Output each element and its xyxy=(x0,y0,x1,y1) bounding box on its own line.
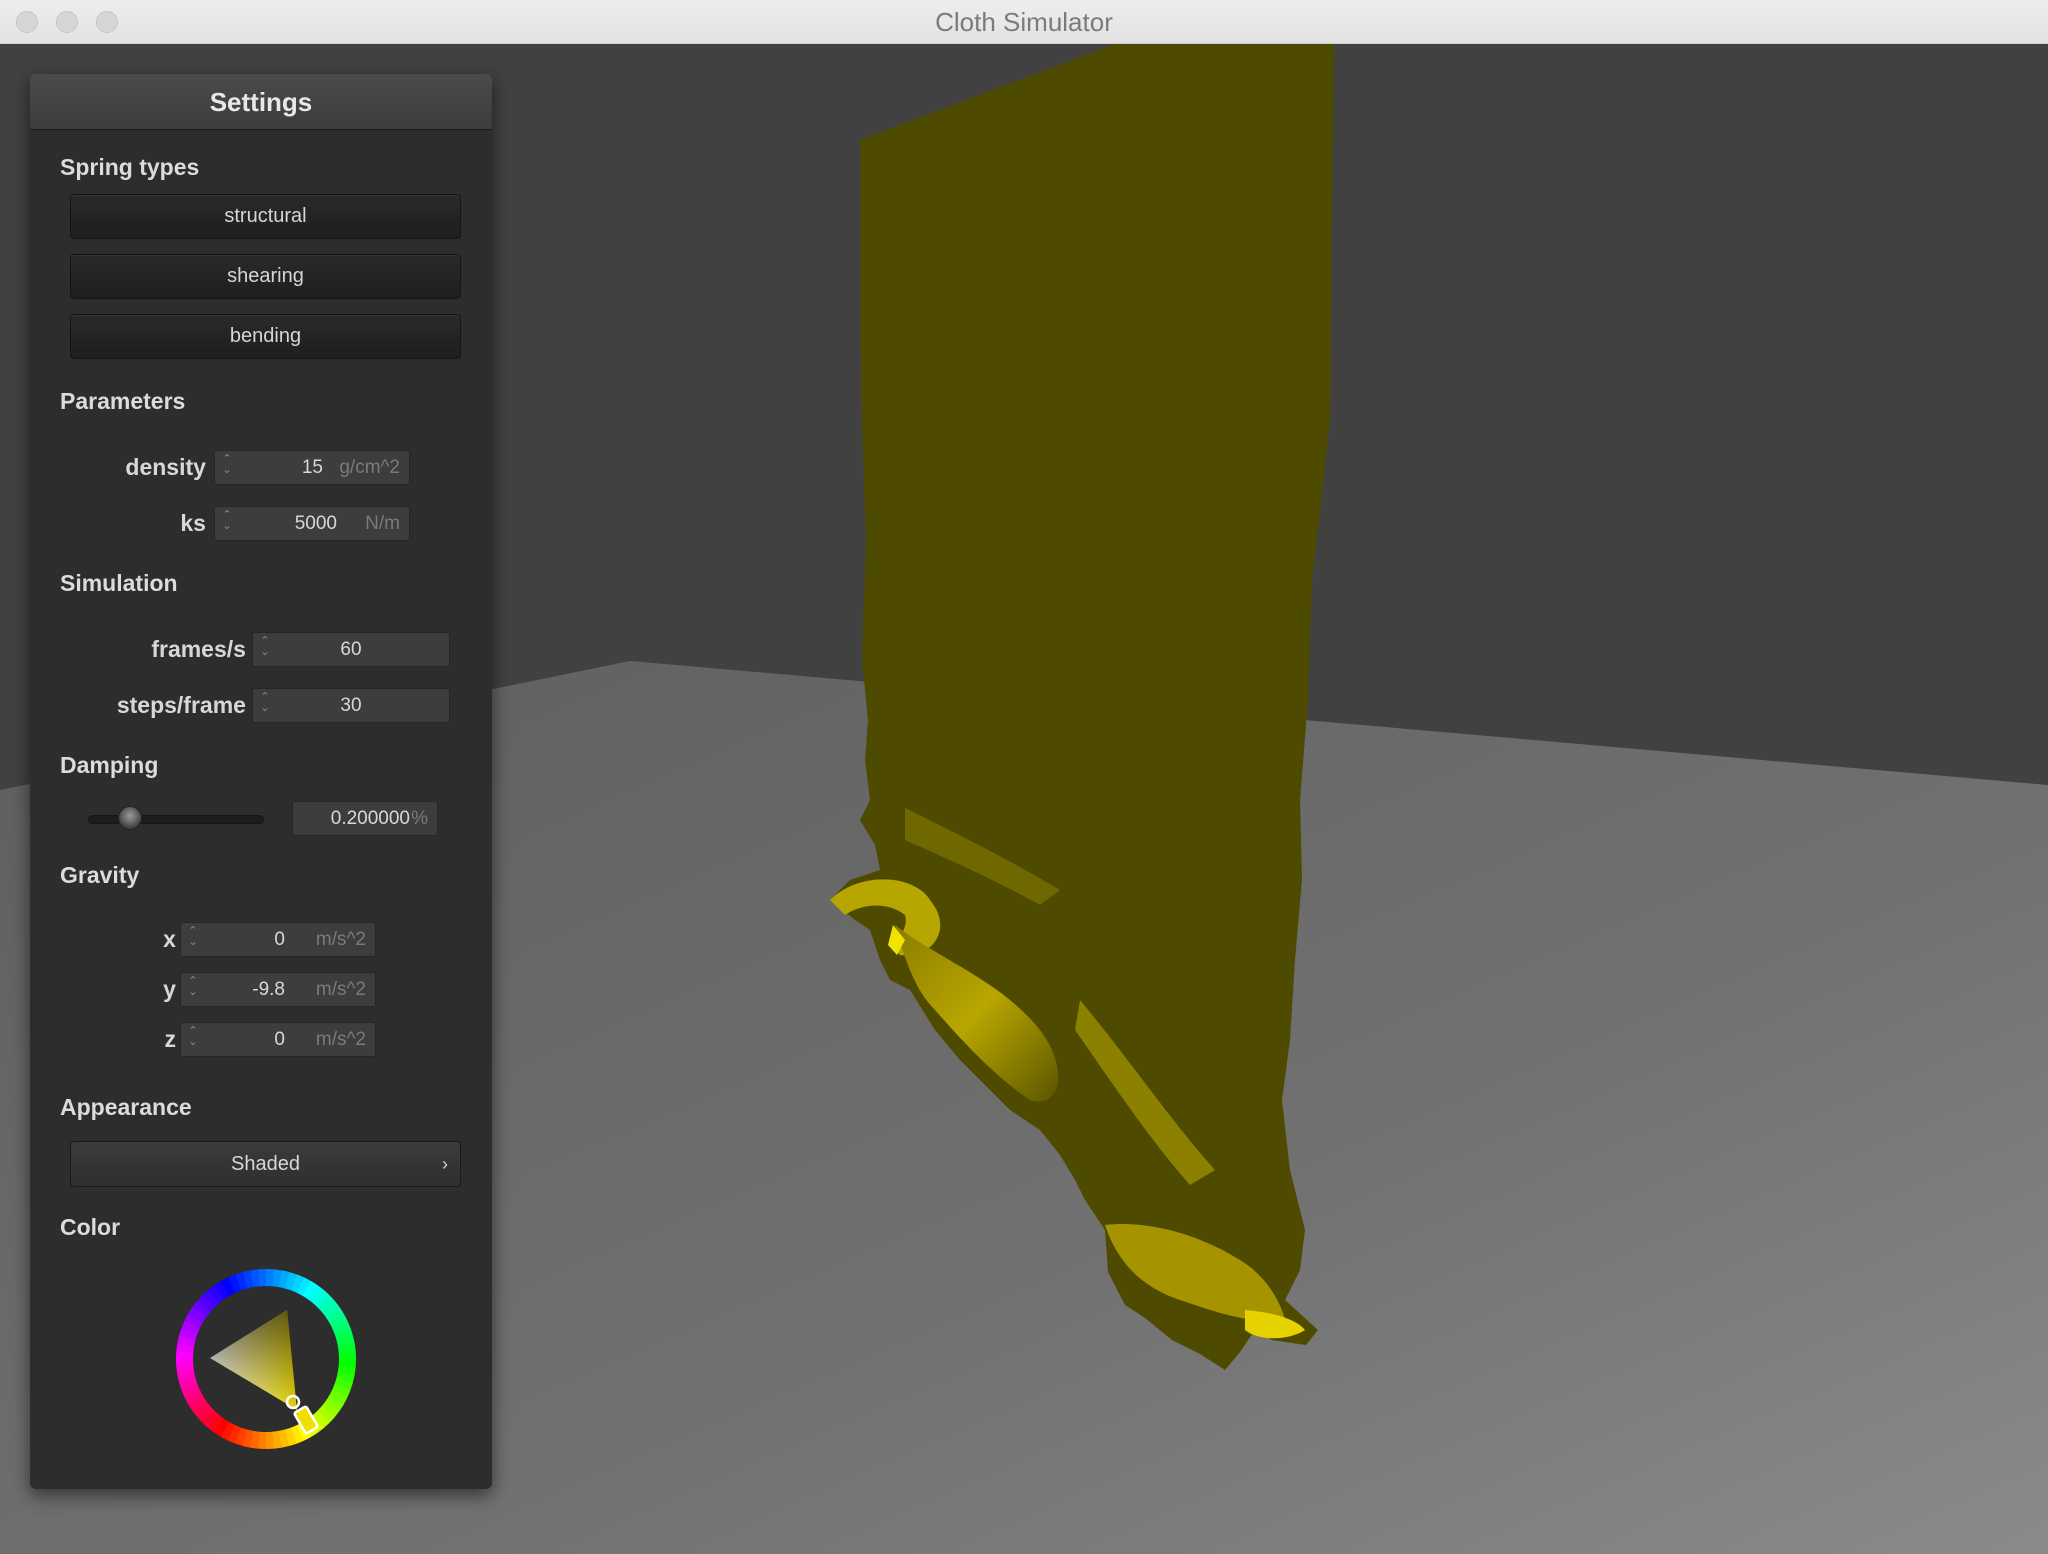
appearance-dropdown-value: Shaded xyxy=(231,1153,300,1175)
color-heading: Color xyxy=(60,1214,121,1240)
gravity-z-value: 0 xyxy=(274,1029,285,1050)
settings-panel: Settings Spring types structural shearin… xyxy=(30,74,492,1489)
density-unit: g/cm^2 xyxy=(339,457,400,478)
up-down-spinner-icon[interactable]: ⌃ ⌄ xyxy=(187,1026,199,1053)
damping-value: 0.200000 xyxy=(330,808,410,829)
panel-title[interactable]: Settings xyxy=(30,74,492,130)
sv-triangle[interactable] xyxy=(210,1310,297,1410)
gravity-y-value: -9.8 xyxy=(252,979,285,1000)
gravity-y-unit: m/s^2 xyxy=(315,979,366,1000)
steps-value: 30 xyxy=(340,695,362,716)
ks-unit: N/m xyxy=(365,513,400,534)
density-field[interactable]: ⌃ ⌄ 15 g/cm^2 xyxy=(214,450,410,485)
chevron-right-icon: › xyxy=(442,1154,448,1174)
up-down-spinner-icon[interactable]: ⌃ ⌄ xyxy=(221,454,233,481)
appearance-dropdown[interactable]: Shaded › xyxy=(70,1141,461,1187)
fps-field[interactable]: ⌃ ⌄ 60 xyxy=(252,632,450,667)
gravity-x-unit: m/s^2 xyxy=(315,929,366,950)
window-titlebar: Cloth Simulator xyxy=(0,0,2048,44)
appearance-heading: Appearance xyxy=(60,1094,192,1120)
gravity-z-label: z : xyxy=(164,1026,190,1052)
up-down-spinner-icon[interactable]: ⌃ ⌄ xyxy=(187,976,199,1003)
up-down-spinner-icon[interactable]: ⌃ ⌄ xyxy=(221,510,233,537)
fps-label: frames/s : xyxy=(151,636,260,662)
gravity-x-label: x : xyxy=(163,926,190,952)
fps-value: 60 xyxy=(340,639,362,660)
gravity-y-label: y : xyxy=(163,976,190,1002)
spring-types-heading: Spring types xyxy=(60,154,200,180)
color-wheel[interactable] xyxy=(175,1268,357,1450)
damping-slider-knob[interactable] xyxy=(118,806,143,830)
steps-field[interactable]: ⌃ ⌄ 30 xyxy=(252,688,450,723)
gravity-z-field[interactable]: ⌃ ⌄ 0 m/s^2 xyxy=(180,1022,376,1057)
gravity-x-field[interactable]: ⌃ ⌄ 0 m/s^2 xyxy=(180,922,376,957)
parameters-heading: Parameters xyxy=(60,388,186,414)
up-down-spinner-icon[interactable]: ⌃ ⌄ xyxy=(187,926,199,953)
steps-label: steps/frame : xyxy=(116,692,260,718)
ks-value: 5000 xyxy=(294,513,337,534)
shearing-button[interactable]: shearing xyxy=(70,254,461,299)
damping-unit: % xyxy=(411,808,428,829)
window-title: Cloth Simulator xyxy=(935,7,1113,37)
simulation-heading: Simulation xyxy=(60,570,178,596)
ks-label: ks : xyxy=(180,510,220,536)
bending-button[interactable]: bending xyxy=(70,314,461,359)
ks-field[interactable]: ⌃ ⌄ 5000 N/m xyxy=(214,506,410,541)
damping-slider[interactable] xyxy=(88,815,264,824)
gravity-heading: Gravity xyxy=(60,862,140,888)
density-label: density : xyxy=(125,454,220,480)
damping-heading: Damping xyxy=(60,752,159,778)
density-value: 15 xyxy=(301,457,323,478)
gravity-x-value: 0 xyxy=(274,929,285,950)
gravity-y-field[interactable]: ⌃ ⌄ -9.8 m/s^2 xyxy=(180,972,376,1007)
damping-field[interactable]: 0.200000 % xyxy=(292,801,438,836)
gravity-z-unit: m/s^2 xyxy=(315,1029,366,1050)
structural-button[interactable]: structural xyxy=(70,194,461,239)
